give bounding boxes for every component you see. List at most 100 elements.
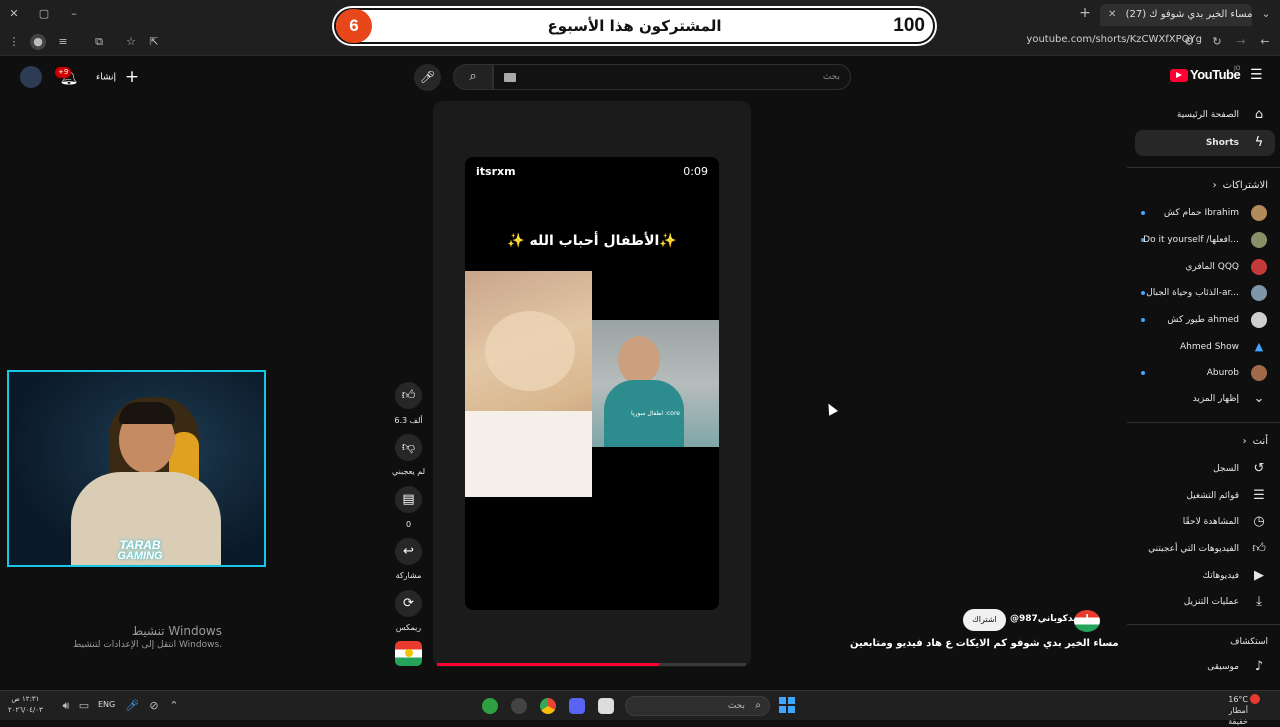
sound-thumbnail[interactable] — [395, 641, 422, 666]
shorts-video[interactable]: itsrxm 0:09 ✨ الأطفال أحباب الله✨ اطفال … — [465, 157, 719, 610]
webcam-overlay: TARAB GAMING — [7, 370, 266, 567]
site-settings-icon[interactable]: ⚙ — [1181, 34, 1197, 50]
start-tile — [788, 706, 795, 713]
file-explorer-icon[interactable] — [598, 698, 614, 714]
minimize-icon[interactable]: – — [66, 6, 82, 22]
banner-title: المشتركون هذا الأسبوع — [547, 17, 722, 35]
channel-logo: TARAB GAMING — [95, 539, 185, 562]
new-tab-icon[interactable]: + — [1077, 5, 1093, 21]
search-input[interactable]: بحث — [493, 64, 851, 90]
start-tile — [779, 706, 786, 713]
microphone-icon[interactable]: 🎤︎ — [124, 698, 140, 714]
sidebar-item-history[interactable]: ↺ السجل — [1135, 456, 1275, 482]
language-indicator[interactable]: ENG — [98, 700, 115, 709]
search-button[interactable]: ⌕ — [453, 64, 493, 90]
home-icon: ⌂ — [1254, 107, 1264, 122]
sidebar-subscription-item[interactable]: طيور كش ahmed — [1135, 307, 1275, 333]
subscription-label: Do it yourself /ﺍﻓﻌﻠﻬﺎ... — [1143, 235, 1239, 245]
channel-handle[interactable]: @احمدكوباني987 — [1010, 614, 1089, 624]
tab-list-chevron-icon[interactable]: ⌄ — [1258, 6, 1274, 22]
sidebar-subscription-item[interactable]: حمام كش Ibrahim — [1135, 200, 1275, 226]
menu-dots-icon[interactable]: ⋮ — [6, 34, 22, 50]
sidebar-item-music[interactable]: ♪ موسيقى — [1135, 654, 1275, 680]
chevron-right-icon: › — [1212, 180, 1217, 191]
close-window-icon[interactable]: ✕ — [6, 6, 22, 22]
show-more-button[interactable]: ⌄ إظهار المزيد — [1135, 386, 1275, 412]
share-arrow-icon: ↩ — [403, 544, 414, 559]
sidebar-item-playlists[interactable]: ☰ قوائم التشغيل — [1135, 483, 1275, 509]
you-heading[interactable]: › أنت — [1243, 436, 1268, 447]
volume-icon[interactable]: 🔊︎ — [58, 698, 74, 714]
sidebar-item-liked[interactable]: 👍︎ الفيديوهات التي أعجبتني — [1135, 536, 1275, 562]
sidebar-subscription-item[interactable]: Do it yourself /ﺍﻓﻌﻠﻬﺎ... — [1135, 227, 1275, 253]
sidebar-item-label: موسيقى — [1207, 662, 1239, 672]
hamburger-menu-icon[interactable]: ☰ — [1250, 67, 1263, 83]
discord-icon[interactable] — [569, 698, 585, 714]
display-icon[interactable]: ▭ — [76, 698, 92, 714]
avatar[interactable] — [20, 66, 42, 88]
search-icon: ⌕ — [469, 69, 477, 84]
music-icon: ♪ — [1254, 659, 1264, 674]
video-progress-bar[interactable] — [437, 663, 746, 666]
channel-avatar — [1251, 285, 1267, 301]
weather-widget[interactable]: 16°C أمطار خفيفة — [1208, 694, 1248, 727]
sidebar-item-your-videos[interactable]: ▶ فيديوهاتك — [1135, 563, 1275, 589]
comment-icon: ▤ — [402, 492, 415, 507]
download-icon: ⤓ — [1256, 594, 1262, 609]
sidebar-subscription-item[interactable]: المافري QQQ — [1135, 254, 1275, 280]
subscribers-banner: 6 المشتركون هذا الأسبوع 100 — [334, 8, 935, 44]
like-button[interactable]: 👍︎ — [395, 382, 422, 409]
network-off-icon[interactable]: ⊘ — [146, 698, 162, 714]
forward-icon[interactable]: → — [1233, 34, 1249, 50]
sidebar-item-home[interactable]: ⌂ الصفحة الرئيسية — [1135, 102, 1275, 128]
sidebar-item-shorts[interactable]: ϟ Shorts — [1135, 130, 1275, 156]
subscriptions-heading[interactable]: › الاشتراكات — [1213, 180, 1268, 191]
thumbs-up-icon: 👍︎ — [401, 388, 416, 403]
share-button[interactable]: ↩ — [395, 538, 422, 565]
voice-search-button[interactable]: 🎤︎ — [414, 64, 441, 91]
youtube-logo-icon[interactable] — [1170, 69, 1188, 82]
taskbar-search-box[interactable]: ⌕ بحث — [625, 696, 770, 716]
sidebar: ⌂ الصفحة الرئيسية ϟ Shorts › الاشتراكات ح… — [1127, 98, 1280, 694]
clock[interactable]: ١٢:٣١ ص ٢٠٢٦/٠٤/٠٣ — [8, 694, 43, 716]
shorts-icon: ϟ — [1254, 135, 1264, 150]
back-icon[interactable]: ← — [1257, 34, 1273, 50]
create-button[interactable]: إنشاء + — [96, 67, 139, 87]
banner-right-number: 100 — [893, 15, 925, 36]
dislike-button[interactable]: 👎︎ — [395, 434, 422, 461]
bookmark-star-icon[interactable]: ☆ — [123, 34, 139, 50]
puzzle-icon[interactable]: ⧉ — [91, 34, 107, 50]
tray-chevron-up-icon[interactable]: ⌃ — [166, 698, 182, 714]
microphone-icon: 🎤︎ — [419, 70, 436, 84]
windows-start-icon[interactable] — [779, 697, 795, 713]
tab-close-icon[interactable]: ✕ — [1108, 9, 1116, 20]
weather-desc: أمطار خفيفة — [1228, 706, 1248, 726]
sidebar-subscription-item[interactable]: الذئاب وحياة الجبال-ar... — [1135, 280, 1275, 306]
sidebar-item-label: السجل — [1213, 464, 1239, 474]
sidebar-item-watch-later[interactable]: ◷ المشاهدة لاحقًا — [1135, 509, 1275, 535]
reload-icon[interactable]: ↻ — [1209, 34, 1225, 50]
sidebar-item-label: عمليات التنزيل — [1183, 597, 1239, 607]
extensions-list-icon[interactable]: ≡ — [55, 34, 71, 50]
share-page-icon[interactable]: ⇱ — [146, 34, 162, 50]
chrome-icon[interactable] — [540, 698, 556, 714]
address-bar[interactable]: youtube.com/shorts/KzCWXfXPQYg — [1026, 34, 1202, 45]
tab-active[interactable]: ✕ (27) مساء الخير بدي شوفو ك — [1100, 4, 1252, 26]
chrome-alt-app-icon[interactable] — [482, 698, 498, 714]
maximize-icon[interactable]: ▢ — [36, 6, 52, 22]
subscribe-button[interactable]: اشتراك — [963, 609, 1006, 631]
camera-app-icon[interactable] — [511, 698, 527, 714]
sidebar-item-label: فيديوهاتك — [1202, 571, 1239, 581]
remix-button[interactable]: ⟳ — [395, 590, 422, 617]
sidebar-subscription-item[interactable]: ▲ Ahmed Show — [1135, 334, 1275, 360]
sidebar-item-downloads[interactable]: ⤓ عمليات التنزيل — [1135, 589, 1275, 615]
dislike-label: لم يعجبني — [391, 467, 426, 476]
profile-icon[interactable]: ● — [30, 34, 46, 50]
youtube-header: 🔔︎ +9 إنشاء + 🎤︎ ⌕ بحث YouTube JO ☰ — [0, 56, 1280, 98]
sidebar-item-label: المشاهدة لاحقًا — [1182, 517, 1239, 527]
sidebar-subscription-item[interactable]: Aburob — [1135, 360, 1275, 386]
comments-button[interactable]: ▤ — [395, 486, 422, 513]
clock-icon: ◷ — [1253, 514, 1265, 529]
keyboard-icon[interactable] — [504, 73, 516, 82]
subscription-label: الذئاب وحياة الجبال-ar... — [1146, 288, 1239, 298]
